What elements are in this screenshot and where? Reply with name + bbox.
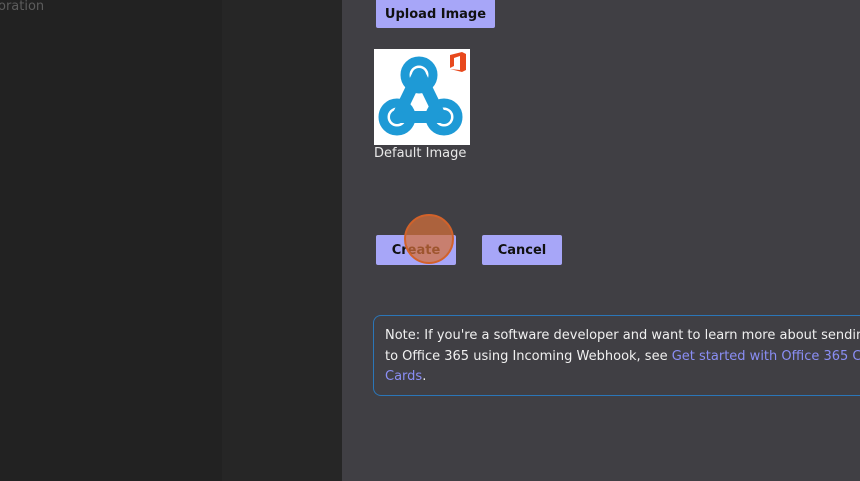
note-line-3: Cards. <box>385 367 860 388</box>
background-text: oration <box>0 0 45 14</box>
upload-image-button[interactable]: Upload Image <box>376 0 495 28</box>
connector-config-panel: Upload Image Default Image Create Cancel… <box>342 0 860 481</box>
office-logo-icon <box>450 52 466 72</box>
note-line-2-text: to Office 365 using Incoming Webhook, se… <box>385 348 672 364</box>
get-started-link-continued[interactable]: Cards <box>385 369 422 384</box>
note-line-2: to Office 365 using Incoming Webhook, se… <box>385 347 860 368</box>
default-image-thumbnail <box>374 49 470 145</box>
get-started-link[interactable]: Get started with Office 365 Conn <box>672 349 860 364</box>
cancel-button[interactable]: Cancel <box>482 235 562 265</box>
cursor-highlight <box>404 214 454 264</box>
background-strip <box>222 0 342 481</box>
note-line-1: Note: If you're a software developer and… <box>385 328 860 343</box>
background-pane: oration <box>0 0 342 481</box>
note-suffix: . <box>422 369 427 384</box>
default-image-caption: Default Image <box>374 146 467 161</box>
developer-note: Note: If you're a software developer and… <box>373 315 860 396</box>
webhook-connector-icon <box>378 52 466 136</box>
